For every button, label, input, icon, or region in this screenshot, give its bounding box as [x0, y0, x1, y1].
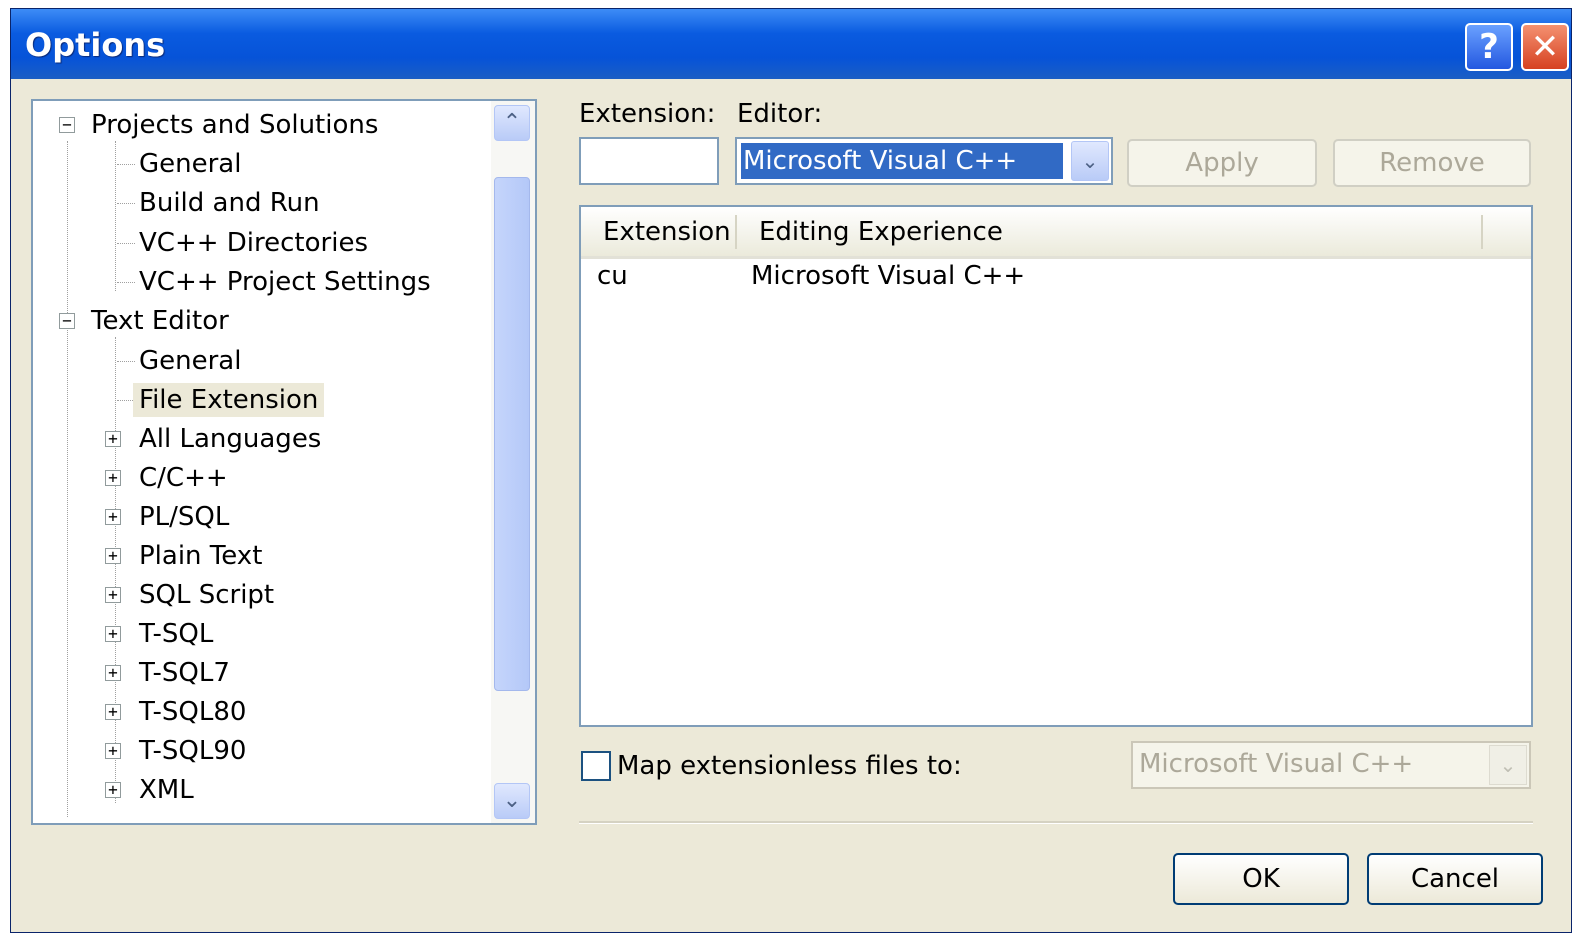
tree-item-text-editor[interactable]: Text Editor [91, 304, 229, 338]
collapse-icon[interactable]: − [59, 117, 75, 133]
remove-button[interactable]: Remove [1333, 139, 1531, 187]
help-icon[interactable]: ? [1465, 23, 1513, 71]
column-separator[interactable] [735, 215, 737, 249]
list-header: Extension Editing Experience [581, 207, 1531, 259]
title-bar[interactable]: Options ? ✕ [11, 9, 1571, 79]
list-cell-editing-experience[interactable]: Microsoft Visual C++ [751, 261, 1025, 291]
list-cell-extension[interactable]: cu [597, 261, 628, 291]
expand-icon[interactable]: + [105, 470, 121, 486]
tree-line [117, 203, 135, 204]
chevron-down-icon[interactable]: ⌄ [1489, 745, 1527, 785]
map-editor-value: Microsoft Visual C++ [1139, 749, 1414, 779]
tree-line [117, 361, 135, 362]
map-extensionless-checkbox[interactable] [581, 751, 611, 781]
tree-item-all-languages[interactable]: All Languages [139, 422, 321, 456]
tree-line [117, 243, 135, 244]
tree-item-plain-text[interactable]: Plain Text [139, 539, 262, 573]
tree-item-sql-script[interactable]: SQL Script [139, 578, 274, 612]
tree-item-xml[interactable]: XML [139, 773, 194, 807]
expand-icon[interactable]: + [105, 704, 121, 720]
tree-item-general[interactable]: General [139, 344, 241, 378]
column-separator[interactable] [1481, 215, 1483, 249]
scroll-thumb[interactable] [494, 177, 530, 691]
tree-line [115, 141, 116, 291]
scroll-up-icon[interactable]: ⌃ [494, 105, 530, 141]
tree-item-t-sql80[interactable]: T-SQL80 [139, 695, 246, 729]
tree-item-vc-project-settings[interactable]: VC++ Project Settings [139, 265, 431, 299]
tree-item-c-cpp[interactable]: C/C++ [139, 461, 228, 495]
tree-line [67, 141, 68, 817]
apply-button[interactable]: Apply [1127, 139, 1317, 187]
ok-button[interactable]: OK [1173, 853, 1349, 905]
chevron-down-icon[interactable]: ⌄ [1071, 141, 1109, 181]
expand-icon[interactable]: + [105, 431, 121, 447]
extension-list: Extension Editing Experience cu Microsof… [579, 205, 1533, 727]
tree-item-pl-sql[interactable]: PL/SQL [139, 500, 229, 534]
extension-label: Extension: [579, 99, 716, 129]
map-extensionless-label: Map extensionless files to: [617, 751, 962, 781]
expand-icon[interactable]: + [105, 548, 121, 564]
tree-item-vc-directories[interactable]: VC++ Directories [139, 226, 368, 260]
editor-select-value: Microsoft Visual C++ [741, 143, 1063, 179]
tree-item-projects-and-solutions[interactable]: Projects and Solutions [91, 108, 378, 142]
window-title: Options [25, 26, 166, 64]
tree-item-build-and-run[interactable]: Build and Run [139, 186, 320, 220]
tree-line [115, 337, 116, 803]
expand-icon[interactable]: + [105, 509, 121, 525]
tree-line [117, 282, 135, 283]
tree-item-t-sql7[interactable]: T-SQL7 [139, 656, 230, 690]
tree-item-general[interactable]: General [139, 147, 241, 181]
tree-item-t-sql[interactable]: T-SQL [139, 617, 213, 651]
expand-icon[interactable]: + [105, 743, 121, 759]
column-header-extension[interactable]: Extension [603, 217, 731, 247]
tree-scrollbar[interactable]: ⌃ ⌄ [491, 101, 535, 823]
expand-icon[interactable]: + [105, 782, 121, 798]
scroll-down-icon[interactable]: ⌄ [494, 783, 530, 819]
tree-line [117, 164, 135, 165]
expand-icon[interactable]: + [105, 626, 121, 642]
cancel-button[interactable]: Cancel [1367, 853, 1543, 905]
divider [579, 821, 1533, 824]
column-header-editing-experience[interactable]: Editing Experience [759, 217, 1003, 247]
map-editor-select[interactable]: Microsoft Visual C++ ⌄ [1131, 741, 1531, 789]
options-dialog: Options ? ✕ − Projects and Solutions Gen… [10, 8, 1572, 933]
expand-icon[interactable]: + [105, 587, 121, 603]
expand-icon[interactable]: + [105, 665, 121, 681]
tree-item-t-sql90[interactable]: T-SQL90 [139, 734, 246, 768]
extension-input[interactable] [579, 137, 719, 185]
tree-item-file-extension[interactable]: File Extension [133, 383, 325, 417]
options-tree: − Projects and Solutions General Build a… [31, 99, 537, 825]
close-icon[interactable]: ✕ [1521, 23, 1569, 71]
collapse-icon[interactable]: − [59, 313, 75, 329]
editor-select[interactable]: Microsoft Visual C++ ⌄ [735, 137, 1113, 185]
editor-label: Editor: [737, 99, 823, 129]
